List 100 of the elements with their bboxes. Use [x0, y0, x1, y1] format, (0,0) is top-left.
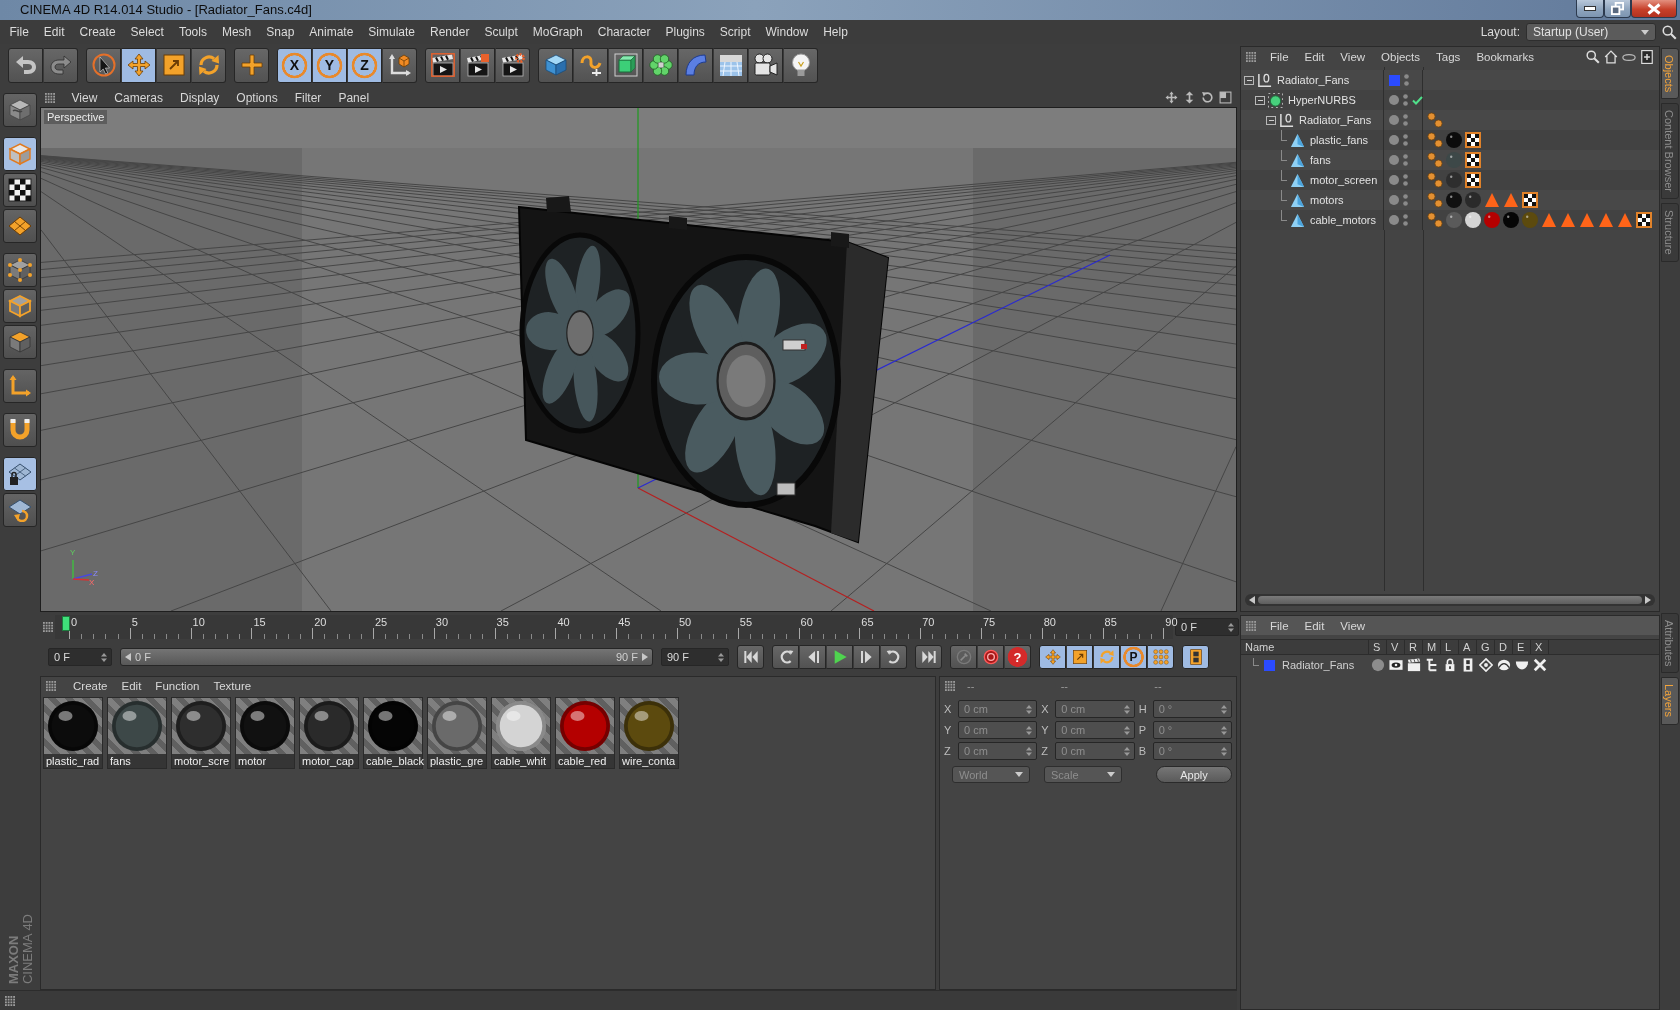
solo-dot-icon[interactable] — [1371, 658, 1385, 672]
layer-menu-item[interactable]: View — [1332, 619, 1374, 632]
generator-icon[interactable] — [1479, 658, 1493, 672]
object-menu-item[interactable]: Bookmarks — [1468, 51, 1542, 63]
object-menu-item[interactable]: Tags — [1428, 51, 1469, 63]
polygons-button[interactable] — [3, 325, 37, 359]
previous-frame-button[interactable] — [799, 645, 826, 669]
maximize-button[interactable] — [1604, 0, 1631, 18]
points-button[interactable] — [3, 253, 37, 287]
viewport-menu-item[interactable]: Panel — [329, 90, 378, 105]
layout-dropdown[interactable]: Startup (User) — [1526, 23, 1656, 41]
axis-lock-button[interactable]: X — [277, 47, 312, 83]
scale-button[interactable] — [156, 47, 191, 83]
side-tab[interactable]: Content Browser — [1661, 103, 1679, 200]
menu-item[interactable]: File — [2, 20, 37, 44]
move-button[interactable] — [121, 47, 156, 83]
object-menu-item[interactable]: File — [1262, 51, 1297, 63]
menu-item[interactable]: Create — [72, 20, 124, 44]
lock-icon[interactable] — [1443, 658, 1457, 672]
rotate-button[interactable] — [191, 47, 226, 83]
material-tile[interactable]: cable_black — [363, 697, 423, 769]
planar-workplane-button[interactable] — [3, 493, 37, 527]
material-menu-item[interactable]: Edit — [114, 679, 149, 692]
bend-button[interactable] — [678, 47, 713, 83]
move-button[interactable] — [1039, 645, 1066, 669]
hierarchy-icon[interactable] — [1425, 658, 1439, 672]
layer-row[interactable]: Radiator_Fans — [1241, 656, 1659, 674]
playhead-handle[interactable] — [62, 616, 70, 631]
collapse-toggle[interactable] — [1244, 75, 1254, 85]
side-tab[interactable]: Structure — [1661, 203, 1679, 262]
end-frame-field[interactable]: 90 F — [661, 648, 729, 666]
material-menu-item[interactable]: Create — [66, 679, 115, 692]
viewport-menu-item[interactable]: Options — [227, 90, 287, 105]
dope-sheet-button[interactable] — [1182, 645, 1209, 669]
scrollbar-thumb[interactable] — [1258, 596, 1642, 604]
material-tile[interactable]: plastic_rad — [43, 697, 103, 769]
deformer-icon[interactable] — [1497, 658, 1511, 672]
axis-lock-button[interactable]: Y — [312, 47, 347, 83]
menu-item[interactable]: Help — [815, 20, 856, 44]
viewport-menu-item[interactable]: View — [63, 90, 106, 105]
render-view-button[interactable] — [425, 47, 460, 83]
menu-item[interactable]: MoGraph — [525, 20, 591, 44]
material-menu-item[interactable]: Function — [148, 679, 207, 692]
edges-button[interactable] — [3, 289, 37, 323]
locked-workplane-button[interactable] — [3, 457, 37, 491]
viewport-menu-item[interactable]: Display — [171, 90, 228, 105]
undo-button[interactable] — [8, 47, 43, 83]
coordinate-system-button[interactable] — [382, 47, 417, 83]
parameter-button[interactable]: P — [1120, 645, 1147, 669]
menu-item[interactable]: Snap — [258, 20, 302, 44]
record-button[interactable] — [950, 645, 977, 669]
add-button[interactable] — [234, 47, 269, 83]
material-tile[interactable]: fans — [107, 697, 167, 769]
object-row[interactable]: Radiator_Fans — [1241, 110, 1659, 130]
material-menu-item[interactable]: Texture — [206, 679, 259, 692]
menu-item[interactable]: Script — [712, 20, 758, 44]
redo-button[interactable] — [43, 47, 78, 83]
axis-button[interactable] — [3, 369, 37, 403]
object-menu-item[interactable]: Edit — [1296, 51, 1333, 63]
keyframe-selection-button[interactable]: ? — [1004, 645, 1031, 669]
play-button[interactable] — [826, 645, 853, 669]
menu-item[interactable]: Plugins — [657, 20, 713, 44]
light-button[interactable] — [783, 47, 818, 83]
collapse-toggle[interactable] — [1266, 115, 1276, 125]
preview-range-bar[interactable]: 0 F 90 F — [120, 648, 653, 666]
object-row[interactable]: Radiator_Fans — [1241, 70, 1659, 90]
side-tab[interactable]: Attributes — [1661, 613, 1679, 674]
material-tile[interactable]: cable_whit — [491, 697, 551, 769]
floor-button[interactable] — [713, 47, 748, 83]
model-button[interactable] — [3, 137, 37, 171]
subdivision-surface-button[interactable] — [608, 47, 643, 83]
layer-menu-item[interactable]: File — [1262, 619, 1297, 632]
axis-lock-button[interactable]: Z — [347, 47, 382, 83]
menu-item[interactable]: Edit — [36, 20, 73, 44]
close-button[interactable] — [1631, 0, 1677, 18]
material-tile[interactable]: motor_cap — [299, 697, 359, 769]
menu-item[interactable]: Mesh — [214, 20, 259, 44]
menu-item[interactable]: Character — [590, 20, 658, 44]
viewport-menu-item[interactable]: Filter — [286, 90, 330, 105]
next-frame-button[interactable] — [853, 645, 880, 669]
apply-button[interactable]: Apply — [1156, 766, 1232, 783]
cube-button[interactable] — [538, 47, 573, 83]
menu-item[interactable]: Animate — [301, 20, 361, 44]
snap-button[interactable] — [3, 413, 37, 447]
object-menu-item[interactable]: View — [1332, 51, 1374, 63]
previous-key-button[interactable] — [772, 645, 799, 669]
horizontal-scrollbar[interactable] — [1245, 594, 1655, 606]
cross-icon[interactable] — [1533, 658, 1547, 672]
camera-button[interactable] — [748, 47, 783, 83]
film-strip-icon[interactable] — [1461, 658, 1475, 672]
rotate-button[interactable] — [1093, 645, 1120, 669]
layer-menu-item[interactable]: Edit — [1296, 619, 1333, 632]
spline-pen-button[interactable] — [573, 47, 608, 83]
live-selection-button[interactable] — [86, 47, 121, 83]
minimize-button[interactable] — [1576, 0, 1604, 18]
viewport-menu-item[interactable]: Cameras — [105, 90, 172, 105]
cloner-button[interactable] — [643, 47, 678, 83]
object-menu-item[interactable]: Objects — [1373, 51, 1429, 63]
collapse-toggle[interactable] — [1255, 95, 1265, 105]
material-tile[interactable]: cable_red — [555, 697, 615, 769]
